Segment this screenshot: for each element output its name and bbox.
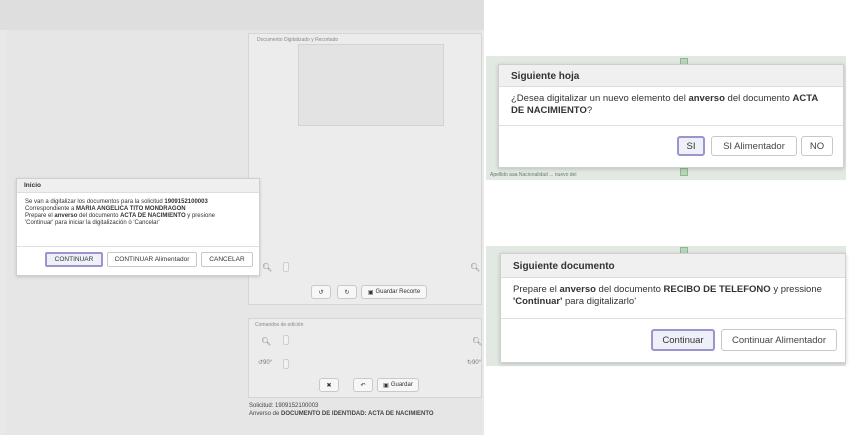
sd-text-b: anverso: [559, 284, 596, 295]
sd-text-c: del documento: [595, 284, 664, 295]
undo-icon: ↶: [360, 382, 366, 389]
sh-text-f: ?: [586, 105, 593, 116]
anverso-document: DOCUMENTO DE IDENTIDAD: ACTA DE NACIMIEN…: [281, 411, 434, 417]
close-icon: ✖: [326, 382, 332, 389]
zoom-out-icon[interactable]: 🔍︎: [262, 263, 272, 272]
inicio-dialog-header: Inicio: [17, 179, 259, 193]
rotate-left-button[interactable]: ↺: [311, 285, 331, 299]
inicio-line-3-c: del documento: [77, 213, 121, 219]
inicio-line-3-e: y presione: [185, 213, 215, 219]
inicio-continue-feeder-button[interactable]: CONTINUAR Alimentador: [107, 252, 197, 267]
si-feeder-button[interactable]: SI Alimentador: [711, 136, 797, 156]
inicio-line-4: 'Continuar' para iniciar la digitalizaci…: [25, 220, 160, 226]
inicio-line-2-text: Correspondiente a: [25, 206, 77, 212]
siguiente-documento-message: Prepare el anverso del documento RECIBO …: [513, 284, 838, 308]
close-edit-button[interactable]: ✖: [319, 378, 339, 392]
zoom-in-icon[interactable]: 🔍︎: [470, 263, 480, 272]
siguiente-hoja-title: Siguiente hoja: [511, 71, 580, 82]
siguiente-hoja-divider: [499, 125, 843, 126]
siguiente-documento-header: Siguiente documento: [501, 254, 845, 278]
request-id: 1909152100003: [164, 199, 208, 205]
undo-button[interactable]: ↶: [353, 378, 373, 392]
rotation-slider-handle[interactable]: [283, 359, 289, 369]
applicant-name: MARIA ANGELICA TITO MONDRAGON: [76, 206, 186, 212]
anverso-info: Anverso de DOCUMENTO DE IDENTIDAD: ACTA …: [249, 411, 434, 417]
sh-text-e: DE NACIMIENTO: [511, 105, 587, 116]
inicio-continue-button[interactable]: CONTINUAR: [45, 252, 103, 267]
background-marker: [680, 168, 688, 176]
save-crop-button[interactable]: ▣ Guardar Recorte: [361, 285, 427, 299]
document-panel-title: Documento Digitalizado y Recortado: [257, 37, 339, 43]
save-edit-label: Guardar: [390, 382, 413, 388]
sd-text-e: y pressione: [770, 284, 822, 295]
edit-panel: Comandos de edición 🔍︎ 🔍︎ ↺90° ↻90° ✖ ↶ …: [248, 318, 482, 398]
save-icon: ▣: [367, 289, 374, 296]
save-icon: ▣: [383, 382, 389, 389]
inicio-dialog-divider: [17, 246, 259, 247]
rotate-left-degrees: 90°: [263, 360, 273, 366]
si-button[interactable]: SI: [677, 136, 705, 156]
save-crop-label: Guardar Recorte: [375, 289, 421, 295]
zoom-slider-handle[interactable]: [283, 262, 289, 272]
inicio-line-3-a: Prepare el: [25, 213, 55, 219]
document-preview: [298, 44, 444, 126]
edit-zoom-in-icon[interactable]: 🔍︎: [472, 337, 482, 346]
siguiente-documento-divider: [501, 318, 845, 319]
inicio-line-3-doc: ACTA DE NACIMIENTO: [120, 213, 186, 219]
save-edit-button[interactable]: ▣ Guardar: [377, 378, 419, 392]
siguiente-hoja-message: ¿Desea digitalizar un nuevo elemento del…: [511, 93, 836, 117]
request-number: Solicitud: 1909152100003: [249, 403, 319, 409]
continuar-feeder-button[interactable]: Continuar Alimentador: [721, 329, 837, 351]
edit-rotate-right-control[interactable]: ↻90°: [467, 359, 481, 366]
edit-panel-title: Comandos de edición: [255, 322, 304, 328]
sd-text-a: Prepare el: [513, 284, 560, 295]
rotate-right-icon: ↻: [344, 289, 350, 296]
edit-zoom-out-icon[interactable]: 🔍︎: [261, 337, 271, 346]
rotate-right-degrees: 90°: [472, 360, 482, 366]
sd-text-g: para digitalizarlo': [562, 296, 637, 307]
sd-text-d: RECIBO DE TELEFONO: [663, 284, 771, 295]
no-button[interactable]: NO: [801, 136, 833, 156]
sd-text-f: 'Continuar': [513, 296, 563, 307]
continuar-button[interactable]: Continuar: [651, 329, 715, 351]
inicio-dialog: Inicio Se van a digitalizar los document…: [16, 178, 260, 276]
background-strip-text: Apellido aaa Nacionalidad ... nuevo del: [490, 172, 577, 178]
inicio-cancel-button[interactable]: CANCELAR: [201, 252, 253, 267]
scan-view-topbar: [0, 0, 484, 30]
inicio-line-1-text: Se van a digitalizar los documentos para…: [25, 199, 165, 205]
rotate-right-button[interactable]: ↻: [337, 285, 357, 299]
inicio-line-2: Correspondiente a MARIA ANGELICA TITO MO…: [25, 206, 186, 212]
sh-text-d: ACTA: [792, 93, 819, 104]
siguiente-documento-title: Siguiente documento: [513, 261, 615, 272]
inicio-line-1: Se van a digitalizar los documentos para…: [25, 199, 208, 205]
edit-rotate-left-control[interactable]: ↺90°: [258, 359, 272, 366]
siguiente-documento-dialog: Siguiente documento Prepare el anverso d…: [500, 253, 846, 363]
siguiente-hoja-header: Siguiente hoja: [499, 65, 843, 87]
inicio-line-3: Prepare el anverso del documento ACTA DE…: [25, 213, 215, 219]
siguiente-hoja-dialog: Siguiente hoja ¿Desea digitalizar un nue…: [498, 64, 844, 168]
document-panel: Documento Digitalizado y Recortado 🔍︎ 🔍︎…: [248, 33, 482, 305]
rotate-left-icon: ↺: [318, 289, 324, 296]
sh-text-c: del documento: [724, 93, 793, 104]
edit-zoom-slider-handle[interactable]: [283, 335, 289, 345]
anverso-prefix: Anverso de: [249, 411, 282, 417]
inicio-dialog-title: Inicio: [24, 182, 41, 189]
sh-text-a: ¿Desea digitalizar un nuevo elemento del: [511, 93, 689, 104]
inicio-line-3-b: anverso: [54, 213, 78, 219]
sh-text-b: anverso: [688, 93, 725, 104]
